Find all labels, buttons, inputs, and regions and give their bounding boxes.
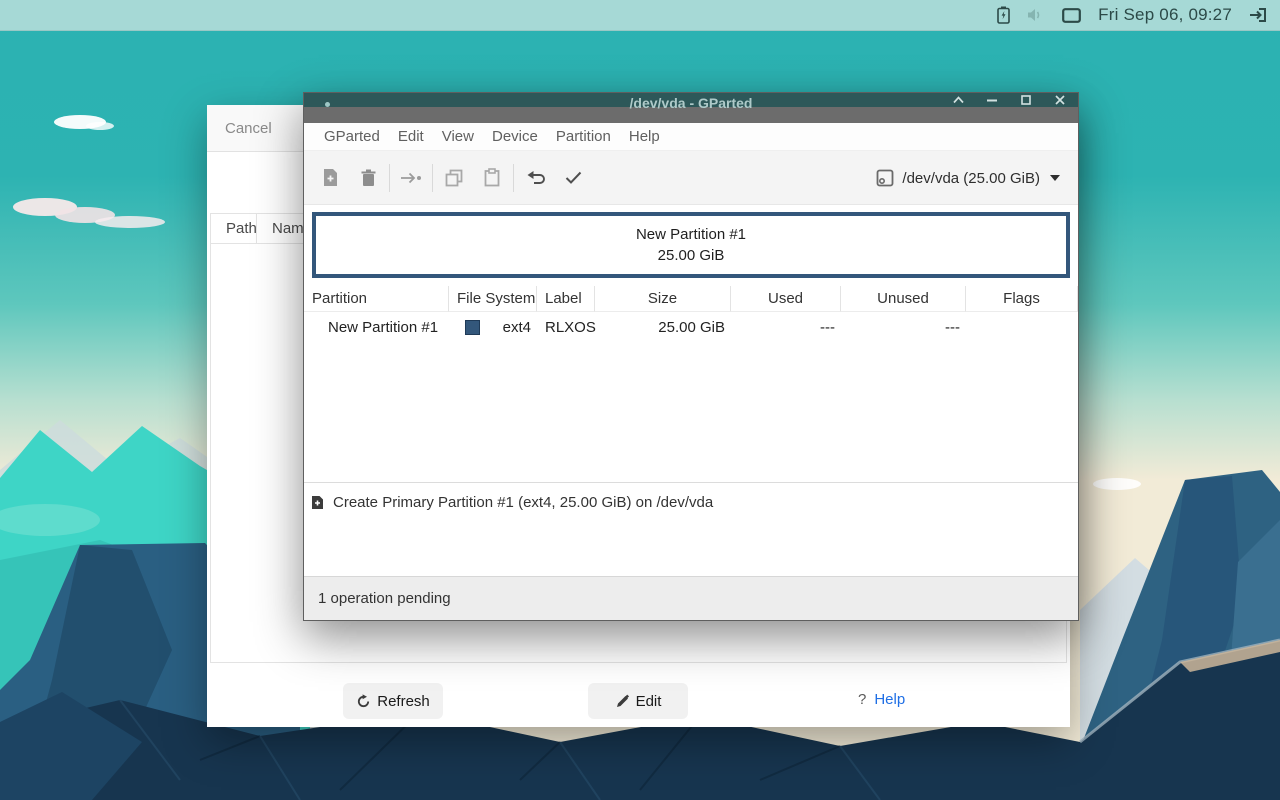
edit-label: Edit [636,693,662,710]
shade-button[interactable] [952,93,964,107]
toolbar-separator [513,164,514,192]
partition-visual-size: 25.00 GiB [658,245,725,266]
new-partition-op-icon [311,495,324,510]
partition-table-header: Partition File System Label Size Used Un… [304,286,1078,312]
row-used: --- [731,312,841,342]
pencil-icon [615,694,630,709]
partition-visual-selected[interactable]: New Partition #1 25.00 GiB [312,212,1070,278]
toolbar-separator [389,164,390,192]
column-header-path[interactable]: Path [211,214,257,243]
partition-visual-area: New Partition #1 25.00 GiB [304,205,1078,286]
row-filesystem: ext4 [449,312,537,342]
toolbar-separator [432,164,433,192]
maximize-button[interactable] [1020,93,1032,107]
menu-gparted[interactable]: GParted [315,128,389,145]
menu-edit[interactable]: Edit [389,128,433,145]
copy-button[interactable] [435,159,473,197]
cancel-button[interactable]: Cancel [225,120,272,137]
top-panel: Fri Sep 06, 09:27 [0,0,1280,31]
row-label: RLXOS [537,312,595,342]
gparted-menubar: GParted Edit View Device Partition Help [304,123,1078,151]
disk-icon [876,169,894,187]
refresh-label: Refresh [377,693,430,710]
help-label: Help [874,691,905,708]
row-filesystem-label: ext4 [503,319,531,336]
clock[interactable]: Fri Sep 06, 09:27 [1098,5,1232,25]
help-button[interactable]: ? Help [858,691,905,708]
menu-device[interactable]: Device [483,128,547,145]
header-label[interactable]: Label [537,286,595,312]
partition-table: Partition File System Label Size Used Un… [304,286,1078,482]
pending-operations-panel: Create Primary Partition #1 (ext4, 25.00… [304,482,1078,578]
pending-operation-text: Create Primary Partition #1 (ext4, 25.00… [333,494,713,511]
display-icon[interactable] [1062,8,1081,23]
logout-icon[interactable] [1249,7,1267,23]
question-icon: ? [858,691,866,708]
partition-visual-name: New Partition #1 [636,224,746,245]
delete-partition-button[interactable] [349,159,387,197]
header-partition[interactable]: Partition [304,286,449,312]
header-filesystem[interactable]: File System [449,286,537,312]
row-partition-name: New Partition #1 [304,312,449,342]
row-unused: --- [841,312,966,342]
menu-help[interactable]: Help [620,128,669,145]
gparted-statusbar: 1 operation pending [304,576,1078,620]
edit-button[interactable]: Edit [588,683,688,719]
battery-charging-icon[interactable] [997,6,1010,24]
header-size[interactable]: Size [595,286,731,312]
menu-partition[interactable]: Partition [547,128,620,145]
minimize-button[interactable] [986,93,998,107]
gparted-toolbar: /dev/vda (25.00 GiB) [304,151,1078,205]
menu-view[interactable]: View [433,128,483,145]
undo-button[interactable] [516,159,554,197]
window-controls [952,93,1066,107]
chevron-down-icon [1050,175,1060,181]
refresh-button[interactable]: Refresh [343,683,443,719]
status-text: 1 operation pending [318,590,451,607]
header-unused[interactable]: Unused [841,286,966,312]
header-used[interactable]: Used [731,286,841,312]
device-selector[interactable]: /dev/vda (25.00 GiB) [866,159,1070,197]
apply-button[interactable] [554,159,592,197]
table-row[interactable]: New Partition #1 ext4 RLXOS 25.00 GiB --… [304,312,1078,342]
new-partition-button[interactable] [311,159,349,197]
refresh-icon [356,694,371,709]
paste-button[interactable] [473,159,511,197]
row-size: 25.00 GiB [595,312,731,342]
close-button[interactable] [1054,93,1066,107]
ext4-color-swatch [465,320,480,335]
dialog-footer: Refresh Edit ? Help [207,683,1070,720]
gparted-window: /dev/vda - GParted GParted Edit View Dev… [303,92,1079,621]
device-selector-label: /dev/vda (25.00 GiB) [902,170,1040,187]
gparted-titlebar[interactable]: /dev/vda - GParted [304,93,1078,123]
pending-operation-item[interactable]: Create Primary Partition #1 (ext4, 25.00… [311,494,1078,511]
header-flags[interactable]: Flags [966,286,1078,312]
volume-icon[interactable] [1027,7,1045,23]
resize-move-button[interactable] [392,159,430,197]
row-flags [966,312,1078,342]
